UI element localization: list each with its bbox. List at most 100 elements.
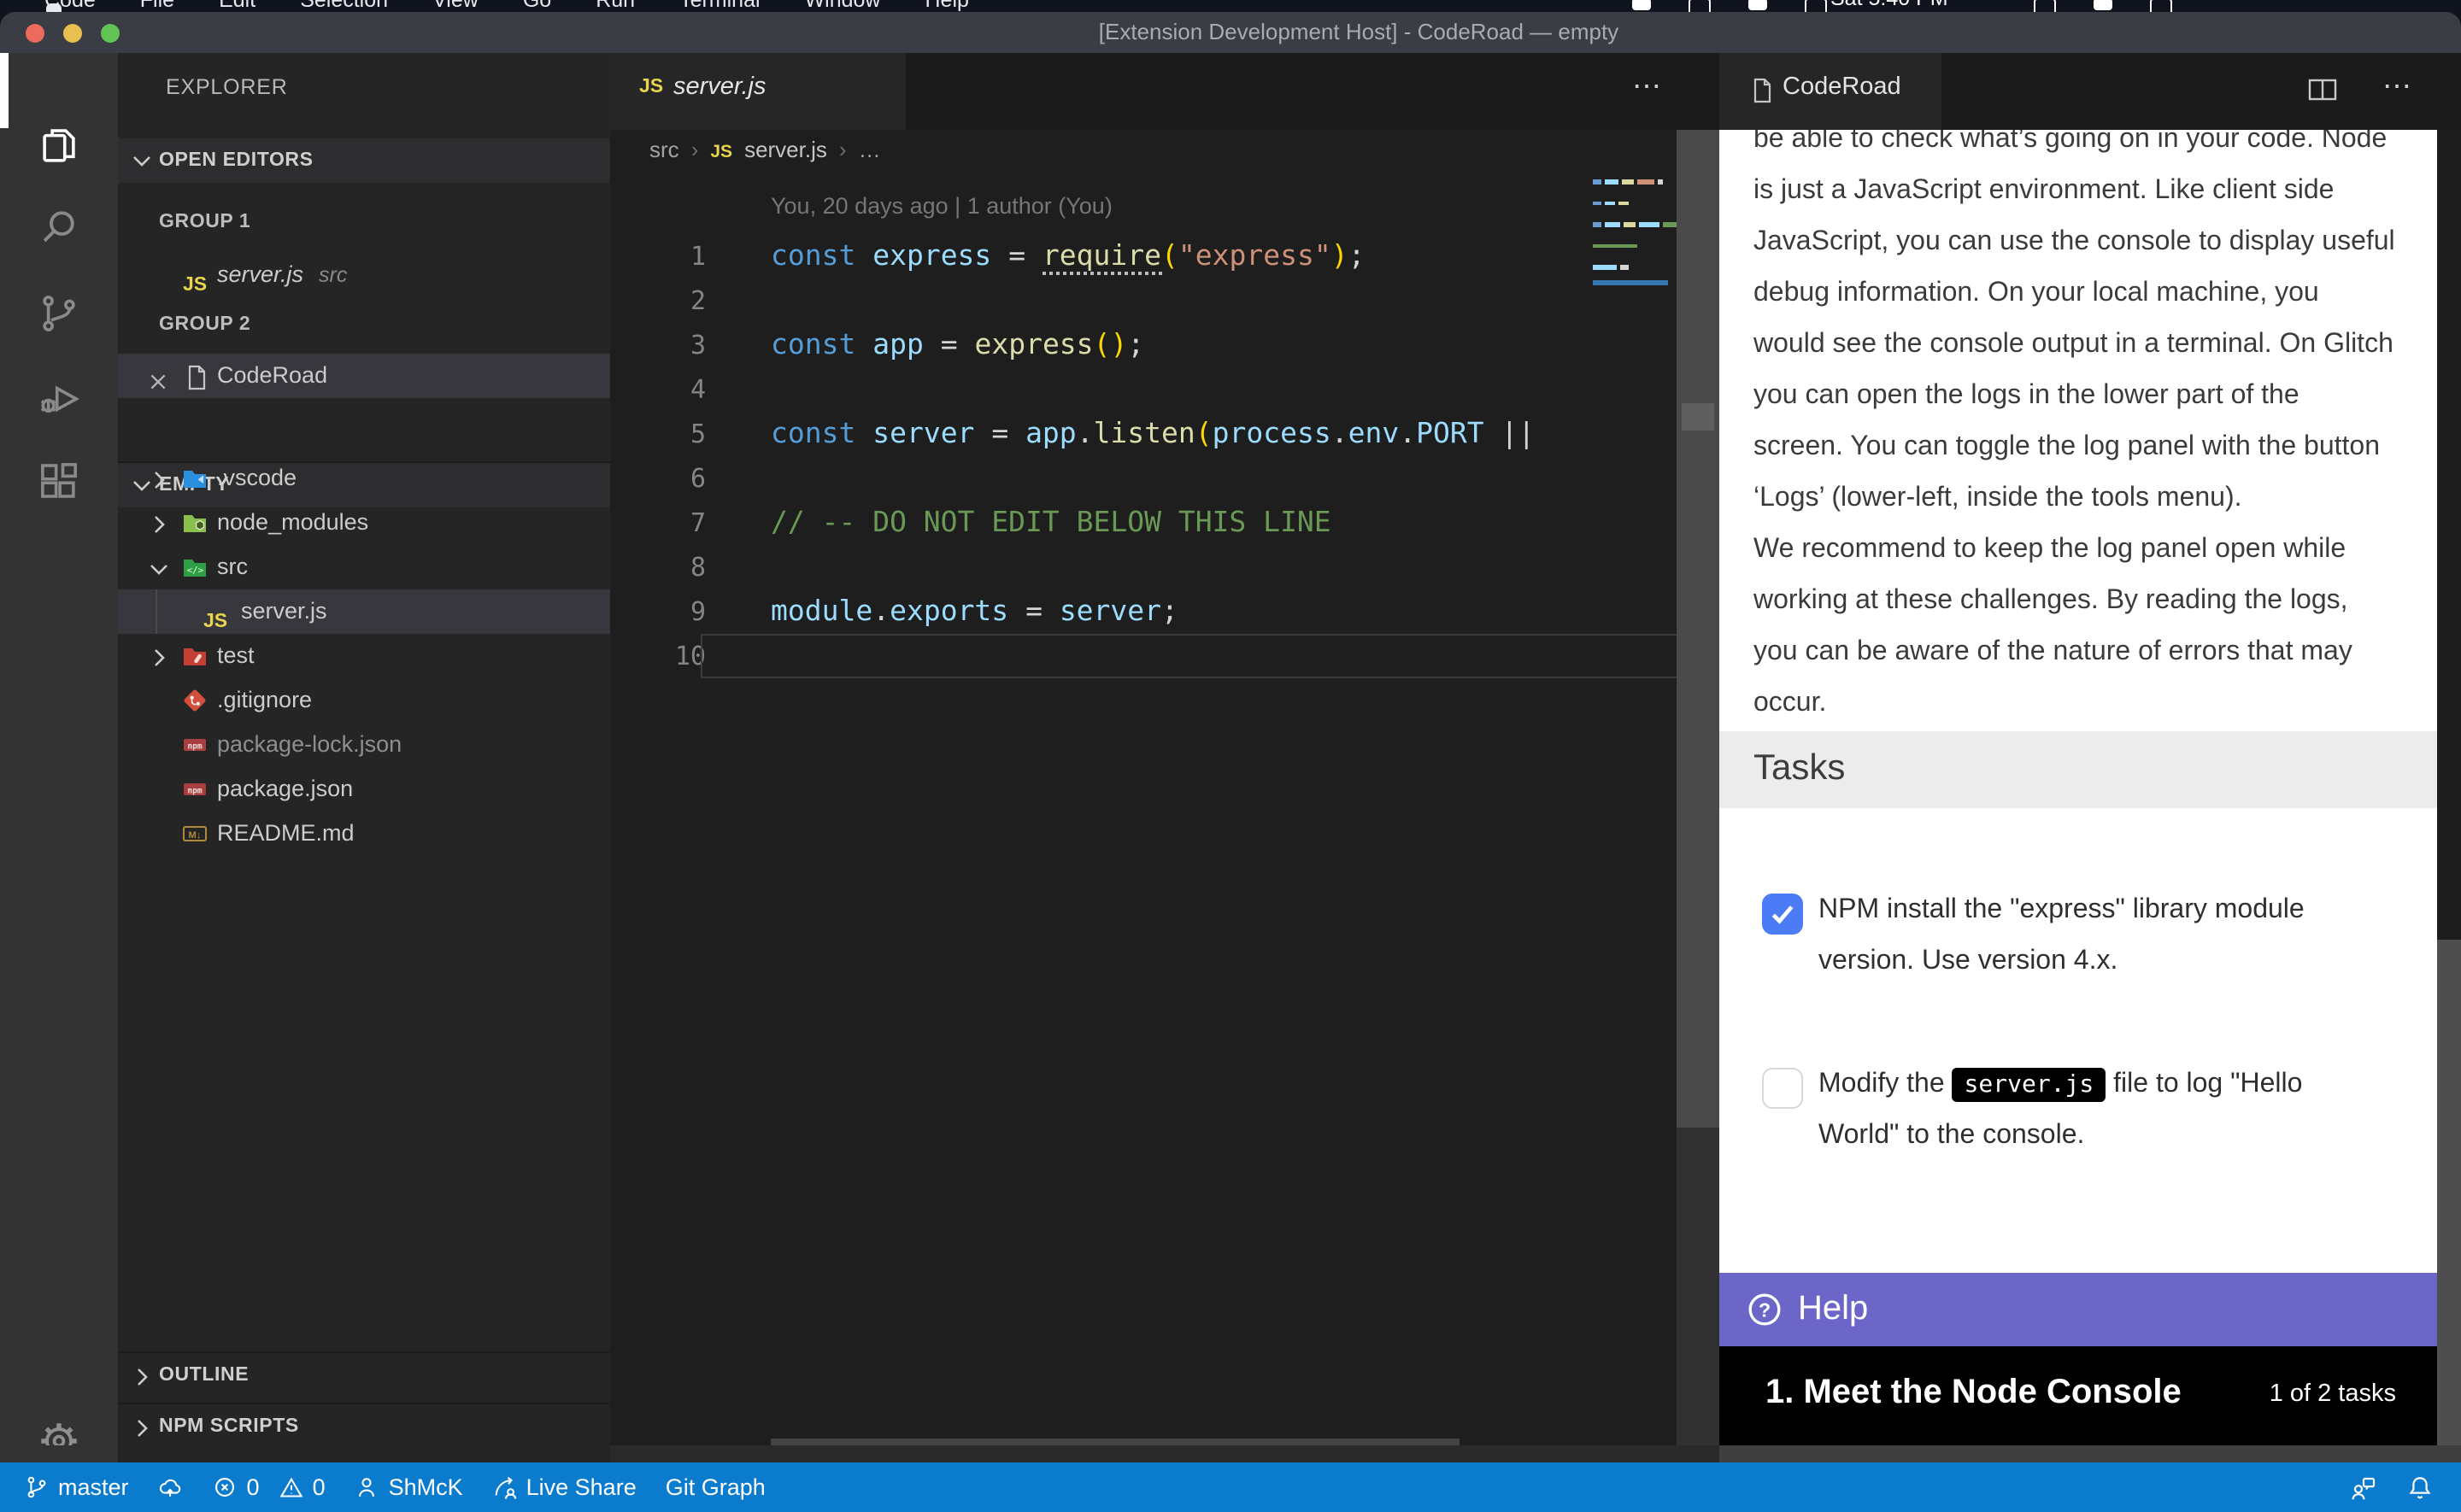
code-line-7[interactable]: 7// -- DO NOT EDIT BELOW THIS LINE <box>610 501 1719 545</box>
line-number: 1 <box>610 234 706 278</box>
tray-icon[interactable] <box>1748 0 1767 10</box>
open-editor-item-coderoad[interactable]: CodeRoad <box>118 354 610 398</box>
inline-code: server.js <box>1953 1068 2106 1102</box>
bell-icon[interactable] <box>2406 1474 2434 1501</box>
run-debug-icon[interactable] <box>36 376 82 422</box>
editor-vertical-scrollbar-track[interactable] <box>1677 1128 1719 1445</box>
menu-item-file[interactable]: File <box>140 0 174 12</box>
task-checkbox[interactable] <box>1762 894 1803 935</box>
editor-vertical-scrollbar[interactable] <box>1677 130 1719 1128</box>
menu-item-view[interactable]: View <box>432 0 479 12</box>
vscode-icon <box>181 465 209 492</box>
code-line-3[interactable]: 3const app = express(); <box>610 323 1719 367</box>
extensions-icon[interactable] <box>36 458 82 504</box>
close-icon[interactable] <box>1904 80 1926 103</box>
menu-item-edit[interactable]: Edit <box>219 0 255 12</box>
user-item[interactable]: ShMcK <box>355 1474 463 1500</box>
open-editor-item-server.js[interactable]: JSserver.jssrc <box>118 253 610 297</box>
control-center-icon[interactable] <box>2150 0 2172 12</box>
menu-item-window[interactable]: Window <box>805 0 881 12</box>
lesson-text: be able to check what’s going on in your… <box>1753 130 2423 730</box>
code-line-6[interactable]: 6 <box>610 456 1719 501</box>
menu-item-terminal[interactable]: Terminal <box>679 0 761 12</box>
panel-bottom-strip <box>1719 1445 2461 1462</box>
code-text: const app = express(); <box>771 323 1144 367</box>
explorer-icon[interactable] <box>36 123 82 169</box>
menu-item-go[interactable]: Go <box>523 0 551 12</box>
tree-item-package-lockjson[interactable]: npmpackage-lock.json <box>118 723 610 767</box>
breadcrumb-file[interactable]: server.js <box>744 130 827 171</box>
traffic-light-minimize[interactable] <box>63 23 82 42</box>
git-branch-item[interactable]: master <box>24 1474 129 1500</box>
close-icon[interactable] <box>147 364 169 386</box>
more-actions-icon[interactable]: ⋯ <box>2382 70 2413 104</box>
tree-item-src[interactable]: </>src <box>118 545 610 589</box>
sidebar-section-outline[interactable]: OUTLINE <box>118 1353 610 1398</box>
menu-bar-tray <box>1632 0 1827 12</box>
code-editor[interactable]: You, 20 days ago | 1 author (You) 1const… <box>610 171 1719 1445</box>
close-icon[interactable] <box>861 80 884 103</box>
problems-item[interactable]: 0 0 <box>213 1474 326 1500</box>
task-checkbox[interactable] <box>1762 1068 1803 1109</box>
menu-item-code[interactable]: Code <box>44 0 96 12</box>
window-title-bar[interactable]: [Extension Development Host] - CodeRoad … <box>0 12 2461 53</box>
split-editor-icon[interactable] <box>2305 73 2340 108</box>
tray-icon[interactable] <box>1689 0 1711 12</box>
tab-label: server.js <box>673 73 766 101</box>
code-line-5[interactable]: 5const server = app.listen(process.env.P… <box>610 412 1719 456</box>
more-actions-icon[interactable]: ⋯ <box>1632 70 1663 104</box>
tree-item-label: package.json <box>217 767 353 812</box>
minimap[interactable] <box>1593 179 1678 284</box>
git-graph-item[interactable]: Git Graph <box>666 1474 766 1500</box>
scrollbar-thumb[interactable] <box>1682 403 1714 431</box>
code-line-8[interactable]: 8 <box>610 545 1719 589</box>
menu-item-selection[interactable]: Selection <box>300 0 388 12</box>
explorer-sidebar: EXPLORER OPEN EDITORS GROUP 1JSserver.js… <box>118 53 610 1462</box>
tree-item-test[interactable]: test <box>118 634 610 678</box>
tray-icon[interactable] <box>1805 0 1827 12</box>
source-control-icon[interactable] <box>36 290 82 337</box>
spotlight-icon[interactable] <box>2034 0 2056 12</box>
lesson-footer[interactable]: 1. Meet the Node Console 1 of 2 tasks <box>1719 1346 2437 1445</box>
menu-bar-clock[interactable]: Sat 5:40 PM <box>1830 0 1948 10</box>
tray-icon[interactable] <box>1632 0 1651 10</box>
menu-item-run[interactable]: Run <box>596 0 635 12</box>
line-number: 9 <box>610 589 706 634</box>
open-editors-header[interactable]: OPEN EDITORS <box>118 138 610 183</box>
help-section[interactable]: ? Help <box>1719 1273 2437 1346</box>
tree-item-serverjs[interactable]: JSserver.js <box>118 589 610 634</box>
tree-item-readmemd[interactable]: M↓README.md <box>118 812 610 856</box>
active-view-indicator <box>0 53 9 128</box>
tree-item-node_modules[interactable]: node_modules <box>118 501 610 545</box>
feedback-icon[interactable] <box>2350 1474 2377 1501</box>
help-label: Help <box>1798 1290 1868 1329</box>
code-line-4[interactable]: 4 <box>610 367 1719 412</box>
webview-scrollbar[interactable] <box>2437 130 2461 940</box>
task-progress: 1 of 2 tasks <box>2270 1380 2396 1408</box>
siri-icon[interactable] <box>2094 0 2112 10</box>
code-line-1[interactable]: 1const express = require("express"); <box>610 234 1719 278</box>
tab-coderoad[interactable]: CodeRoad <box>1719 53 1941 130</box>
search-icon[interactable] <box>36 203 82 249</box>
tree-item-label: test <box>217 634 255 678</box>
sidebar-section-npm-scripts[interactable]: NPM SCRIPTS <box>118 1404 610 1449</box>
question-circle-icon: ? <box>1747 1292 1783 1327</box>
breadcrumb-folder[interactable]: src <box>649 130 679 171</box>
menu-item-help[interactable]: Help <box>925 0 969 12</box>
open-editors-group-label: GROUP 2 <box>159 302 250 347</box>
tab-server-js[interactable]: JS server.js <box>610 53 906 130</box>
tree-item-packagejson[interactable]: npmpackage.json <box>118 767 610 812</box>
webview-scrollbar-track[interactable] <box>2437 940 2461 1445</box>
tree-item-gitignore[interactable]: .gitignore <box>118 678 610 723</box>
code-line-2[interactable]: 2 <box>610 278 1719 323</box>
code-line-9[interactable]: 9module.exports = server; <box>610 589 1719 634</box>
chevron-right-icon <box>128 1362 156 1389</box>
tree-item-vscode[interactable]: .vscode <box>118 456 610 501</box>
person-icon <box>355 1474 380 1500</box>
sync-item[interactable] <box>158 1474 184 1500</box>
traffic-light-zoom[interactable] <box>101 23 120 42</box>
live-share-item[interactable]: Live Share <box>492 1474 637 1500</box>
breadcrumb-symbol[interactable]: … <box>859 130 881 171</box>
traffic-light-close[interactable] <box>26 23 44 42</box>
minimap-slider[interactable] <box>1593 279 1668 284</box>
